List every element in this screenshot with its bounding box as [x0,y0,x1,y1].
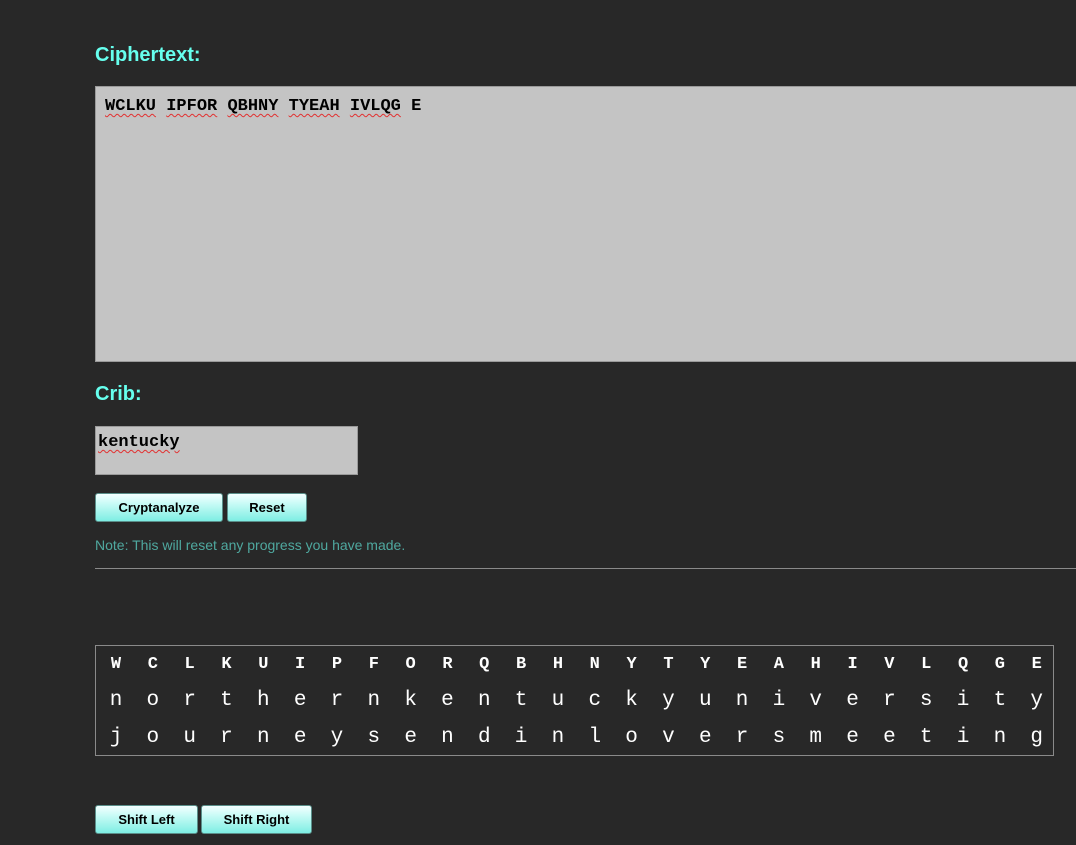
grid-crib-cell: c [588,689,602,713]
ciphertext-group: E [411,97,422,116]
grid-plaintext-cell: n [441,725,454,749]
ciphertext-group: IVLQG [349,97,401,116]
grid-plaintext-cell: e [404,725,417,749]
shift-left-button[interactable]: Shift Left [95,805,198,834]
grid-cipher-cell: Q [479,654,490,674]
grid-cipher-cell: E [736,654,748,674]
ciphertext-group: WCLKU [105,97,157,116]
grid-crib-cell: e [441,689,454,713]
grid-plaintext-cell: m [809,725,823,749]
grid-crib-cell: n [367,689,381,713]
reset-button[interactable]: Reset [227,493,307,522]
grid-crib-cell: v [809,689,823,713]
grid-crib-cell: i [956,689,970,713]
grid-plaintext-cell: d [477,725,491,749]
grid-cipher-cell: T [663,654,674,674]
grid-plaintext-cell: r [220,725,233,749]
alignment-grid: WCLKUIPFORQBHNYTYEAHIVLQGE northernkentu… [95,645,1054,756]
grid-crib-cell: u [698,689,712,713]
shift-right-button[interactable]: Shift Right [201,805,312,834]
grid-plaintext-cell: n [993,725,1007,749]
ciphertext-textarea[interactable]: WCLKU IPFOR QBHNY TYEAH IVLQG E [95,86,1076,362]
grid-crib-cell: e [846,689,859,713]
grid-cipher-cell: Y [700,654,711,674]
grid-plaintext-cell: l [588,725,602,749]
grid-crib-cell: y [662,689,675,713]
crib-input-value: kentucky [98,433,180,452]
grid-cipher-cell: I [847,654,858,674]
grid-cipher-cell: F [368,654,379,674]
grid-crib-cell: o [146,689,160,713]
grid-cipher-cell: I [295,654,306,674]
grid-plaintext-cell: r [735,725,749,749]
grid-crib-cell: h [257,689,270,713]
grid-crib-cell: s [919,689,933,713]
grid-crib-cell: r [883,689,896,713]
grid-crib-cell: t [993,689,1007,713]
grid-cipher-cell: P [331,654,343,674]
grid-plaintext-cell: e [698,725,712,749]
grid-cipher-cell: A [773,654,784,674]
cryptanalyze-button[interactable]: Cryptanalyze [95,493,223,522]
grid-plaintext-cell: j [109,725,123,749]
grid-cipher-cell: W [110,654,122,674]
grid-plaintext-cell: n [257,725,270,749]
grid-crib-cell: r [330,689,344,713]
ciphertext-heading: Ciphertext: [95,44,201,66]
grid-plaintext-cell: v [662,725,675,749]
grid-plaintext-cell: s [772,725,786,749]
grid-cipher-cell: R [442,654,453,674]
grid-crib-cell: n [735,689,749,713]
grid-cipher-cell: O [405,654,416,674]
grid-plaintext-cell: t [919,725,933,749]
grid-crib-cell: e [293,689,307,713]
grid-plaintext-cell: g [1030,725,1043,749]
section-divider [95,568,1076,569]
grid-crib-cell: y [1030,689,1043,713]
ciphertext-group: QBHNY [227,97,279,116]
grid-cipher-cell: Y [626,654,637,674]
grid-cipher-cell: G [994,654,1005,674]
grid-plaintext-cell: s [367,725,381,749]
grid-plaintext-cell: i [514,725,528,749]
grid-plaintext-cell: u [183,725,196,749]
ciphertext-group: TYEAH [288,97,340,116]
grid-plaintext-cell: e [846,725,859,749]
crib-heading: Crib: [95,383,142,405]
crib-input[interactable]: kentucky [95,426,358,475]
grid-plaintext-row: journeysendinloversmeeting [106,719,1047,756]
grid-cipher-cell: E [1031,654,1042,674]
grid-cipher-cell: U [258,654,269,674]
grid-cipher-cell: Q [957,654,969,674]
grid-crib-cell: k [625,689,638,713]
grid-cipher-cell: B [516,654,527,674]
grid-plaintext-cell: n [551,725,565,749]
grid-cipher-cell: L [921,654,932,674]
grid-crib-cell: n [109,689,123,713]
grid-cipher-cell: H [552,654,564,674]
grid-crib-cell: r [183,689,196,713]
grid-plaintext-cell: y [330,725,344,749]
grid-cipher-cell: C [147,654,158,674]
grid-crib-cell: n [477,689,491,713]
grid-cipher-cell: H [810,654,821,674]
grid-cipher-cell: N [589,654,600,674]
grid-crib-cell: t [220,689,233,713]
grid-plaintext-cell: i [956,725,970,749]
grid-cipher-row: WCLKUIPFORQBHNYTYEAHIVLQGE [106,646,1047,683]
reset-note: Note: This will reset any progress you h… [95,537,406,553]
grid-crib-cell: k [404,689,417,713]
grid-cipher-cell: V [884,654,895,674]
grid-plaintext-cell: e [883,725,896,749]
grid-plaintext-cell: o [146,725,160,749]
grid-plaintext-cell: o [625,725,638,749]
grid-crib-cell: t [514,689,528,713]
ciphertext-group: IPFOR [166,97,218,116]
grid-cipher-cell: L [184,654,195,674]
grid-plaintext-cell: e [293,725,307,749]
grid-crib-cell: i [772,689,786,713]
grid-crib-row: northernkentuckyuniversity [106,683,1047,720]
grid-crib-cell: u [551,689,565,713]
grid-cipher-cell: K [221,654,232,674]
